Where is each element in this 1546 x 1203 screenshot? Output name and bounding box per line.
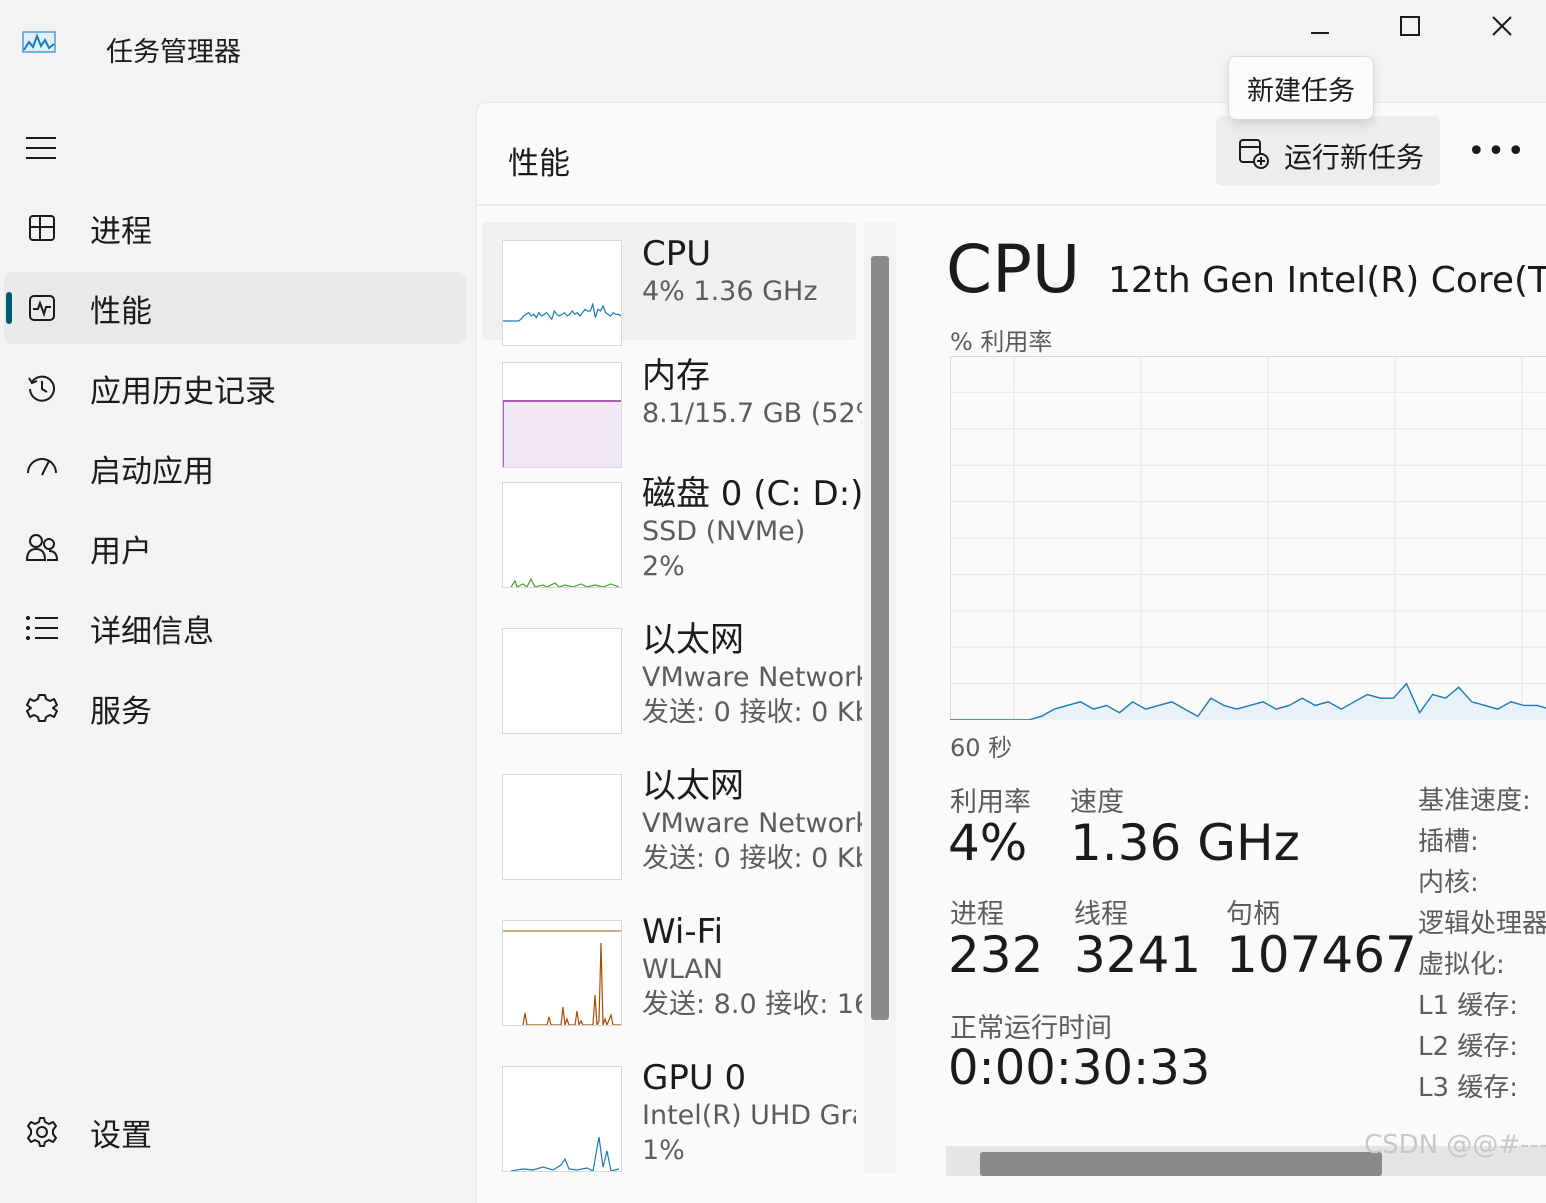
perf-item-detail: 发送: 8.0 接收: 16 [642, 987, 862, 1022]
new-task-tooltip: 新建任务 [1228, 56, 1374, 120]
memory-thumbnail-graph [502, 362, 622, 468]
perf-item-detail: VMware Network [642, 806, 862, 841]
processes-value: 232 [948, 926, 1043, 984]
detail-title: CPU [946, 230, 1080, 310]
close-button[interactable] [1472, 6, 1532, 46]
handles-value: 107467 [1226, 926, 1417, 984]
perf-item-detail: 发送: 0 接收: 0 Kbps [642, 695, 862, 730]
performance-icon [24, 290, 60, 326]
app-title: 任务管理器 [106, 30, 241, 69]
perf-item-title: 磁盘 0 (C: D:) [642, 474, 862, 514]
sidebar-item-label: 用户 [90, 526, 152, 571]
perf-item-title: GPU 0 [642, 1058, 856, 1098]
perf-item-wifi[interactable]: Wi-Fi WLAN 发送: 8.0 接收: 16 [482, 904, 856, 1044]
perf-item-cpu[interactable]: CPU 4% 1.36 GHz [482, 222, 856, 340]
gear-icon [24, 1114, 60, 1150]
users-icon [24, 530, 60, 566]
gpu-thumbnail-graph [502, 1066, 622, 1172]
perf-item-detail: SSD (NVMe) [642, 514, 862, 549]
close-icon [1491, 15, 1513, 37]
sidebar-item-users[interactable]: 用户 [4, 512, 466, 584]
hamburger-menu-icon[interactable] [24, 134, 58, 162]
sidebar-item-label: 启动应用 [90, 446, 214, 491]
l3-cache-label: L3 缓存: [1418, 1067, 1518, 1104]
perf-item-detail: WLAN [642, 952, 862, 987]
base-speed-label: 基准速度: [1418, 780, 1531, 817]
ethernet-thumbnail-graph [502, 628, 622, 734]
perf-item-detail: 4% 1.36 GHz [642, 274, 862, 309]
sidebar-item-processes[interactable]: 进程 [4, 192, 466, 264]
cpu-thumbnail-graph [502, 240, 622, 346]
sidebar-item-label: 性能 [90, 286, 152, 331]
perf-item-ethernet-1[interactable]: 以太网 VMware Network 发送: 0 接收: 0 Kbps [482, 612, 856, 752]
perf-item-detail: 8.1/15.7 GB (52%) [642, 396, 862, 431]
perf-item-memory[interactable]: 内存 8.1/15.7 GB (52%) [482, 344, 856, 462]
history-icon [24, 370, 60, 406]
sidebar-item-settings[interactable]: 设置 [4, 1096, 466, 1168]
sidebar-item-startup-apps[interactable]: 启动应用 [4, 432, 466, 504]
perf-item-detail: 2% [642, 549, 862, 584]
run-new-task-label: 运行新任务 [1284, 136, 1424, 176]
disk-thumbnail-graph [502, 482, 622, 588]
sidebar-item-label: 服务 [90, 686, 152, 731]
perf-item-disk[interactable]: 磁盘 0 (C: D:) SSD (NVMe) 2% [482, 466, 856, 606]
sidebar-item-details[interactable]: 详细信息 [4, 592, 466, 664]
utilization-value: 4% [948, 814, 1027, 872]
minimize-button[interactable] [1290, 6, 1350, 46]
task-manager-app-icon [22, 30, 56, 54]
perf-item-title: Wi-Fi [642, 912, 862, 952]
new-task-icon [1238, 138, 1270, 170]
active-indicator [6, 292, 12, 324]
speed-value: 1.36 GHz [1070, 814, 1300, 872]
list-scrollbar-thumb[interactable] [871, 256, 889, 1020]
cpu-model-name: 12th Gen Intel(R) Core(TM [1108, 260, 1546, 301]
sidebar-item-performance[interactable]: 性能 [4, 272, 466, 344]
cpu-utilization-chart [950, 356, 1546, 720]
maximize-icon [1399, 15, 1421, 37]
detail-hscroll-thumb[interactable] [980, 1152, 1382, 1176]
chart-ylabel: % 利用率 [950, 322, 1052, 357]
threads-value: 3241 [1074, 926, 1201, 984]
perf-item-title: 以太网 [642, 766, 862, 806]
run-new-task-button[interactable]: 运行新任务 [1216, 116, 1440, 186]
sidebar-item-label: 应用历史记录 [90, 366, 276, 411]
sidebar-item-label: 进程 [90, 206, 152, 251]
processes-icon [24, 210, 60, 246]
sidebar-item-label: 详细信息 [90, 606, 214, 651]
perf-item-title: 以太网 [642, 620, 862, 660]
header-divider [476, 204, 1546, 206]
perf-item-title: CPU [642, 234, 862, 274]
page-title: 性能 [508, 138, 570, 183]
perf-item-detail: Intel(R) UHD Gra [642, 1098, 856, 1133]
perf-item-detail: VMware Network [642, 660, 862, 695]
sockets-label: 插槽: [1418, 821, 1479, 858]
wifi-thumbnail-graph [502, 920, 622, 1026]
sidebar-item-services[interactable]: 服务 [4, 672, 466, 744]
sidebar-item-app-history[interactable]: 应用历史记录 [4, 352, 466, 424]
ethernet-thumbnail-graph [502, 774, 622, 880]
perf-item-title: 内存 [642, 356, 862, 396]
perf-item-detail: 发送: 0 接收: 0 Kbps [642, 841, 862, 876]
l1-cache-label: L1 缓存: [1418, 985, 1518, 1022]
services-icon [24, 690, 60, 726]
sidebar-item-label: 设置 [90, 1110, 152, 1155]
minimize-icon [1309, 15, 1331, 37]
uptime-value: 0:00:30:33 [948, 1040, 1210, 1096]
maximize-button[interactable] [1380, 6, 1440, 46]
chart-xlabel: 60 秒 [950, 728, 1012, 763]
details-icon [24, 610, 60, 646]
perf-item-detail: 1% [642, 1133, 856, 1168]
virtualization-label: 虚拟化: [1418, 944, 1505, 981]
perf-item-ethernet-2[interactable]: 以太网 VMware Network 发送: 0 接收: 0 Kbps [482, 758, 856, 898]
logical-processors-label: 逻辑处理器 [1418, 903, 1546, 940]
startup-icon [24, 450, 60, 486]
more-options-button[interactable]: ••• [1462, 128, 1532, 174]
cores-label: 内核: [1418, 862, 1479, 899]
l2-cache-label: L2 缓存: [1418, 1026, 1518, 1063]
perf-item-gpu[interactable]: GPU 0 Intel(R) UHD Gra 1% [482, 1050, 856, 1173]
watermark: CSDN @@#--- [1364, 1130, 1546, 1160]
